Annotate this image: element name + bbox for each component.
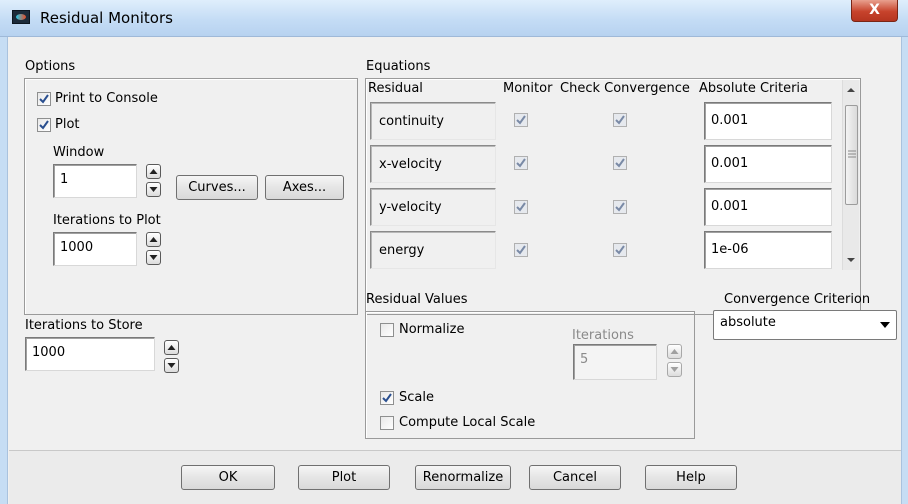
iterations-to-plot-field[interactable]: 1000 (53, 232, 137, 266)
arrow-down-icon (149, 187, 158, 192)
arrow-down-icon (670, 367, 679, 372)
compute-local-scale-checkbox[interactable] (380, 416, 394, 430)
absolute-criteria-field[interactable]: 1e-06 (704, 231, 832, 269)
iterations-to-plot-label: Iterations to Plot (53, 213, 161, 228)
checkmark-icon (615, 245, 625, 255)
title-bar[interactable]: Residual Monitors X (0, 0, 908, 37)
checkmark-icon (516, 202, 526, 212)
absolute-criteria-field[interactable]: 0.001 (704, 102, 832, 140)
column-header-monitor: Monitor (503, 81, 553, 96)
residual-name-cell: energy (370, 231, 496, 269)
monitor-checkbox[interactable] (514, 243, 528, 257)
plot-label: Plot (55, 117, 80, 132)
print-to-console-label: Print to Console (55, 91, 158, 106)
arrow-up-icon (149, 169, 158, 174)
curves-button[interactable]: Curves... (176, 175, 258, 200)
iterations-to-plot-spin-up[interactable] (146, 232, 161, 247)
convergence-criterion-dropdown[interactable]: absolute (713, 310, 897, 340)
normalize-iterations-spin-down[interactable] (667, 362, 682, 377)
iterations-to-store-spin-up[interactable] (164, 340, 179, 355)
checkmark-icon (382, 393, 392, 403)
window-spin-up[interactable] (146, 164, 161, 179)
compute-local-scale-label: Compute Local Scale (399, 415, 536, 430)
residual-name-cell: x-velocity (370, 145, 496, 183)
residual-values-heading: Residual Values (366, 292, 468, 307)
ok-button[interactable]: OK (181, 465, 275, 490)
window-number-field[interactable]: 1 (53, 164, 137, 198)
cancel-button[interactable]: Cancel (529, 465, 621, 490)
scroll-up-icon[interactable] (846, 86, 856, 94)
equations-heading: Equations (366, 59, 431, 74)
checkmark-icon (615, 202, 625, 212)
monitor-checkbox[interactable] (514, 156, 528, 170)
monitor-checkbox[interactable] (514, 113, 528, 127)
scroll-down-icon[interactable] (846, 256, 856, 264)
scale-checkbox[interactable] (380, 391, 394, 405)
column-header-residual: Residual (368, 81, 423, 96)
help-button[interactable]: Help (645, 465, 737, 490)
normalize-checkbox[interactable] (380, 323, 394, 337)
residual-name-cell: y-velocity (370, 188, 496, 226)
checkmark-icon (615, 115, 625, 125)
window-spin-down[interactable] (146, 182, 161, 197)
axes-button[interactable]: Axes... (265, 175, 344, 200)
checkmark-icon (39, 94, 49, 104)
iterations-to-plot-spin-down[interactable] (146, 250, 161, 265)
residual-name-cell: continuity (370, 102, 496, 140)
iterations-to-store-field[interactable]: 1000 (25, 337, 155, 371)
checkmark-icon (39, 120, 49, 130)
normalize-iterations-spin-up[interactable] (667, 344, 682, 359)
convergence-criterion-selected: absolute (720, 315, 776, 330)
arrow-up-icon (167, 345, 176, 350)
window-border-left (0, 37, 8, 504)
arrow-down-icon (149, 255, 158, 260)
window-title: Residual Monitors (40, 9, 173, 27)
check-convergence-checkbox[interactable] (613, 200, 627, 214)
close-button[interactable]: X (851, 0, 898, 22)
arrow-up-icon (149, 237, 158, 242)
window-border-right (901, 37, 908, 504)
print-to-console-checkbox[interactable] (37, 92, 51, 106)
equations-scrollbar[interactable] (842, 80, 859, 270)
check-convergence-checkbox[interactable] (613, 243, 627, 257)
plot-button[interactable]: Plot (298, 465, 390, 490)
iterations-to-store-spin-down[interactable] (164, 358, 179, 373)
checkmark-icon (615, 158, 625, 168)
absolute-criteria-field[interactable]: 0.001 (704, 188, 832, 226)
chevron-down-icon (880, 322, 890, 328)
options-heading: Options (25, 59, 76, 74)
column-header-check-convergence: Check Convergence (560, 81, 690, 96)
check-convergence-checkbox[interactable] (613, 156, 627, 170)
scrollbar-thumb[interactable] (845, 105, 858, 205)
plot-checkbox[interactable] (37, 118, 51, 132)
absolute-criteria-field[interactable]: 0.001 (704, 145, 832, 183)
column-header-absolute-criteria: Absolute Criteria (699, 81, 809, 96)
checkmark-icon (516, 245, 526, 255)
iterations-to-store-label: Iterations to Store (25, 318, 143, 333)
app-icon (12, 10, 30, 24)
monitor-checkbox[interactable] (514, 200, 528, 214)
check-convergence-checkbox[interactable] (613, 113, 627, 127)
arrow-down-icon (167, 363, 176, 368)
normalize-iterations-field[interactable]: 5 (573, 344, 657, 380)
window-label: Window (53, 145, 105, 160)
checkmark-icon (516, 158, 526, 168)
normalize-label: Normalize (399, 322, 465, 337)
grip-icon (848, 150, 856, 158)
convergence-criterion-label: Convergence Criterion (724, 292, 871, 307)
iterations-label: Iterations (572, 328, 634, 343)
arrow-up-icon (670, 349, 679, 354)
renormalize-button[interactable]: Renormalize (415, 465, 511, 490)
checkmark-icon (516, 115, 526, 125)
dialog-body: Options Print to Console Plot Window 1 C… (9, 38, 901, 504)
scale-label: Scale (399, 390, 434, 405)
